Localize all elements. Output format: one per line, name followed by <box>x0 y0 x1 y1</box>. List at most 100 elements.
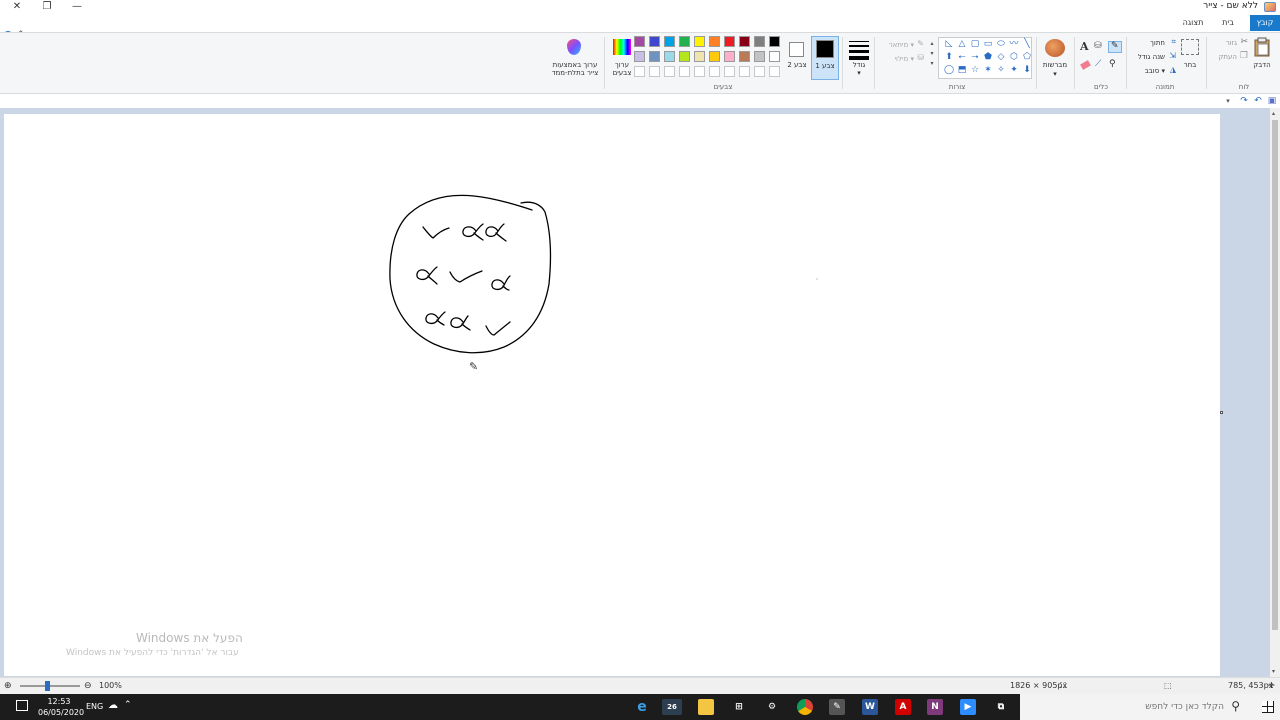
palette-swatch[interactable] <box>664 66 675 77</box>
select-button[interactable]: בחר <box>1178 39 1202 75</box>
palette-swatch[interactable] <box>754 66 765 77</box>
shape-option[interactable]: ⬟ <box>982 52 994 63</box>
brushes-button[interactable]: מברשות ▾ <box>1040 37 1070 81</box>
shape-option[interactable]: ⬒ <box>956 65 968 76</box>
redo-icon[interactable]: ↷ <box>1239 96 1249 106</box>
start-button[interactable] <box>1262 701 1274 713</box>
taskbar-search-box[interactable]: ⚲ <box>1020 694 1280 720</box>
shape-option[interactable]: ◺ <box>943 39 955 50</box>
palette-swatch[interactable] <box>754 51 765 62</box>
search-input[interactable] <box>1044 700 1224 714</box>
rotate-button[interactable]: ◮ סובב ▾ <box>1136 65 1176 77</box>
shape-option[interactable]: ⭢ <box>969 52 981 63</box>
palette-swatch[interactable] <box>709 36 720 47</box>
photos-app-icon[interactable]: 26 <box>662 699 682 715</box>
palette-swatch[interactable] <box>649 51 660 62</box>
text-tool[interactable]: A <box>1080 40 1092 53</box>
minimize-window-button[interactable]: — <box>62 0 92 14</box>
palette-swatch[interactable] <box>739 36 750 47</box>
shape-option[interactable]: ✦ <box>1008 65 1020 76</box>
shape-option[interactable]: ⬆ <box>943 52 955 63</box>
scrollbar-thumb[interactable] <box>1272 120 1278 630</box>
notification-icon[interactable] <box>16 700 28 711</box>
palette-swatch[interactable] <box>664 36 675 47</box>
scroll-down-arrow[interactable]: ▾ <box>1272 668 1275 675</box>
paste-button[interactable]: הדבק <box>1250 37 1274 77</box>
outline-dropdown[interactable]: ✎ מיתאר ▾ <box>878 39 924 51</box>
palette-swatch[interactable] <box>679 66 690 77</box>
zoom-slider[interactable] <box>20 681 80 691</box>
palette-swatch[interactable] <box>709 51 720 62</box>
shape-option[interactable]: ▭ <box>982 39 994 50</box>
shape-option[interactable]: ✧ <box>995 65 1007 76</box>
fill-dropdown[interactable]: ⛁ מילוי ▾ <box>878 53 924 65</box>
onedrive-icon[interactable]: ☁ <box>108 700 118 711</box>
shape-option[interactable]: ⬠ <box>1021 52 1033 63</box>
edit-colors-button[interactable]: ערוך צבעים <box>608 37 636 81</box>
canvas-resize-handle-right[interactable] <box>1220 411 1223 414</box>
palette-swatch[interactable] <box>724 36 735 47</box>
palette-swatch[interactable] <box>739 66 750 77</box>
palette-swatch[interactable] <box>664 51 675 62</box>
acrobat-icon[interactable]: A <box>895 699 911 715</box>
size-button[interactable]: גודל ▾ <box>846 39 872 81</box>
shape-option[interactable]: ◇ <box>995 52 1007 63</box>
shape-option[interactable]: ✶ <box>982 65 994 76</box>
shapes-gallery[interactable]: ╲ 〰 ⬭ ▭ ▢ △ ◺ ⬠ ⬡ ◇ ⬟ ⭢ ⭠ ⬆ ⬇ ✦ ✧ ✶ ☆ ⬒ ◯ <box>938 37 1032 79</box>
copy-button[interactable]: ❐ העתק <box>1210 51 1248 63</box>
shape-option[interactable]: 〰 <box>1008 39 1020 50</box>
color2-button[interactable]: צבע 2 <box>786 36 808 80</box>
clock[interactable]: 12:53 06/05/2020 <box>38 696 84 718</box>
shape-option[interactable]: ⬭ <box>995 39 1007 50</box>
palette-swatch[interactable] <box>694 66 705 77</box>
shapes-scroll[interactable]: ▴ ▾ ▾ <box>928 39 936 79</box>
language-indicator[interactable]: ENG <box>86 702 103 711</box>
palette-swatch[interactable] <box>769 36 780 47</box>
undo-icon[interactable]: ↶ <box>1253 96 1263 106</box>
palette-swatch[interactable] <box>694 51 705 62</box>
fill-tool[interactable]: ⛁ <box>1094 41 1106 53</box>
zoom-in-icon[interactable]: ⊕ <box>4 681 12 691</box>
shape-option[interactable]: ☆ <box>969 65 981 76</box>
zoom-slider-thumb[interactable] <box>45 681 50 691</box>
scroll-up-arrow[interactable]: ▴ <box>1272 110 1275 117</box>
palette-swatch[interactable] <box>724 51 735 62</box>
color1-button[interactable]: צבע 1 <box>811 36 839 80</box>
resize-button[interactable]: ⇲ שנה גודל <box>1130 51 1176 63</box>
palette-swatch[interactable] <box>724 66 735 77</box>
shape-option[interactable]: ⬇ <box>1021 65 1033 76</box>
chrome-icon[interactable] <box>797 699 813 715</box>
palette-swatch[interactable] <box>739 51 750 62</box>
crop-button[interactable]: ⌗ חתוך <box>1138 37 1176 49</box>
restore-window-button[interactable]: ❐ <box>32 0 62 14</box>
word-icon[interactable]: W <box>862 699 878 715</box>
settings-icon[interactable]: ⚙ <box>764 699 780 715</box>
vertical-scrollbar[interactable]: ▴ ▾ <box>1270 108 1280 677</box>
tab-file[interactable]: קובץ <box>1250 15 1280 31</box>
zoom-out-icon[interactable]: ⊖ <box>84 681 92 691</box>
edge-icon[interactable]: e <box>634 699 650 715</box>
palette-swatch[interactable] <box>649 36 660 47</box>
shape-option[interactable]: △ <box>956 39 968 50</box>
palette-swatch[interactable] <box>694 36 705 47</box>
onenote-icon[interactable]: N <box>927 699 943 715</box>
paint-taskbar-icon[interactable]: ✎ <box>829 699 845 715</box>
magnifier-tool[interactable]: ⚲ <box>1109 59 1121 71</box>
palette-swatch[interactable] <box>679 36 690 47</box>
shape-option[interactable]: ◯ <box>943 65 955 76</box>
palette-swatch[interactable] <box>769 66 780 77</box>
zoom-app-icon[interactable]: ▶ <box>960 699 976 715</box>
save-icon[interactable]: ▣ <box>1267 96 1277 106</box>
store-icon[interactable]: ⊞ <box>731 699 747 715</box>
palette-swatch[interactable] <box>754 36 765 47</box>
palette-swatch[interactable] <box>709 66 720 77</box>
edit-paint3d-button[interactable]: ערוך באמצעות צייר בתלת-ממד <box>548 37 602 81</box>
palette-swatch[interactable] <box>649 66 660 77</box>
shape-option[interactable]: ⬡ <box>1008 52 1020 63</box>
drawing-canvas[interactable]: ✎ <box>4 114 1220 676</box>
shape-option[interactable]: ╲ <box>1021 39 1033 50</box>
shape-option[interactable]: ▢ <box>969 39 981 50</box>
palette-swatch[interactable] <box>679 51 690 62</box>
pencil-tool[interactable]: ✎ <box>1108 41 1122 53</box>
shape-option[interactable]: ⭠ <box>956 52 968 63</box>
